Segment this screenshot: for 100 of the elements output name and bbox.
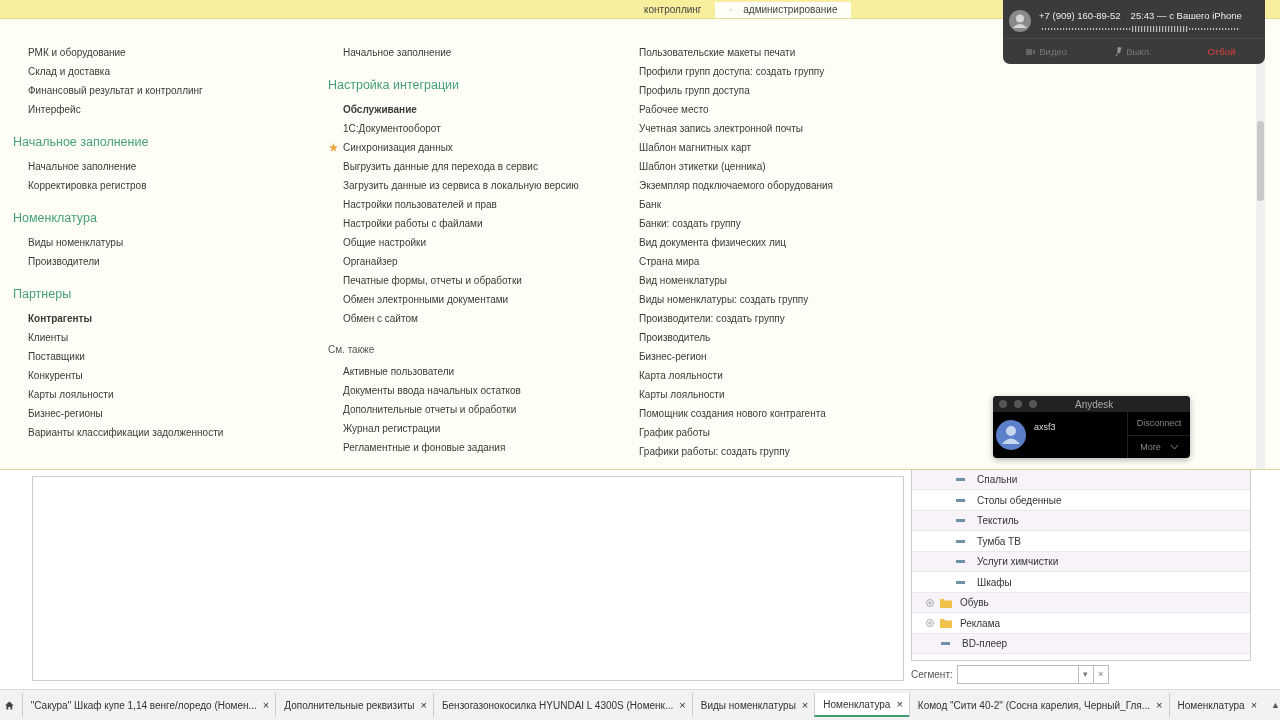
element-icon [956,539,965,543]
menu-link[interactable]: Шаблон магнитных карт [624,141,752,153]
menu-link[interactable]: Обмен электронными документами [328,293,509,305]
menu-link[interactable]: Настройки работы с файлами [328,217,483,229]
menu-link[interactable]: Производитель [624,331,711,343]
expand-icon[interactable] [926,619,934,628]
window-tab[interactable]: Бензогазонокосилка HYUNDAI L 4300S (Номенк... × [433,693,692,718]
menu-link[interactable]: Экземпляр подключаемого оборудования [624,179,833,191]
menu-link[interactable]: График работы [624,426,710,438]
scrollbar[interactable] [1256,60,1265,469]
window-tab[interactable]: Дополнительные реквизиты × [275,693,433,718]
tree-row[interactable]: Столы обеденные [912,490,1250,511]
window-tab[interactable]: Номенклатура × [1168,693,1264,718]
menu-link[interactable]: Интерфейс [13,103,81,115]
menu-link[interactable]: РМК и оборудование [13,46,126,58]
tree-row[interactable]: Услуги химчистки [912,551,1250,573]
menu-link[interactable]: Бизнес-регион [624,350,707,362]
menu-link[interactable]: Корректировка регистров [13,179,147,191]
menu-link[interactable]: Виды номенклатуры: создать группу [624,293,809,305]
close-icon[interactable]: × [1250,699,1258,712]
section-tab[interactable]: контроллинг [630,1,716,18]
close-icon[interactable]: × [420,699,427,712]
menu-link[interactable]: Карты лояльности [624,388,725,400]
section-heading: См. также [328,343,376,357]
menu-link[interactable]: Обслуживание [328,103,417,115]
menu-link[interactable]: Варианты классификации задолженности [13,426,224,438]
close-icon[interactable]: × [262,699,270,712]
menu-link[interactable]: Органайзер [328,255,398,267]
menu-link[interactable]: Склад и доставка [13,65,110,77]
window-controls-icon[interactable] [999,400,1037,408]
menu-link[interactable]: Виды номенклатуры [13,236,124,248]
tree-row[interactable]: Обувь [912,592,1250,614]
element-icon [956,560,965,564]
close-icon[interactable]: × [679,699,686,712]
home-icon[interactable] [5,699,14,711]
menu-link[interactable]: Настройки пользователей и прав [328,198,497,210]
menu-link[interactable]: Вид документа физических лиц [624,236,787,248]
section-heading: Настройка интеграции [328,77,461,94]
menu-link[interactable]: Конкуренты [13,369,83,381]
menu-link[interactable]: Пользовательские макеты печати [624,46,796,58]
menu-link[interactable]: Контрагенты [13,312,93,324]
tree-row[interactable]: Спальни [912,469,1250,491]
menu-link[interactable]: Поставщики [13,350,85,362]
menu-link[interactable]: Банк [624,198,662,210]
camera-icon [1026,48,1036,55]
window-tab[interactable]: Номенклатура × [814,693,909,718]
menu-link[interactable]: Регламентные и фоновые задания [328,441,506,453]
menu-link[interactable]: Рабочее место [624,103,709,115]
menu-link[interactable]: Графики работы: создать группу [624,445,790,457]
menu-link[interactable]: Карта лояльности [624,369,723,381]
close-icon[interactable]: × [896,698,903,711]
menu-link[interactable]: Вид номенклатуры [624,274,727,286]
menu-link[interactable]: Начальное заполнение [13,160,137,172]
menu-link[interactable]: Синхронизация данных [328,141,453,153]
menu-link[interactable]: Загрузить данные из сервиса в локальную версию [328,179,579,191]
segment-label: Сегмент: [911,668,953,680]
tree-row[interactable]: Текстиль [912,510,1250,532]
close-icon[interactable]: × [1156,699,1163,712]
menu-link[interactable]: Помощник создания нового контрагента [624,407,826,419]
tree-row[interactable]: Тумба ТВ [912,531,1250,552]
menu-link[interactable]: Печатные формы, отчеты и обработки [328,274,522,286]
window-title: Anydesk [1075,398,1114,410]
section-tab[interactable]: администрирование [715,1,852,18]
close-icon[interactable]: × [801,699,809,712]
menu-link[interactable]: Учетная запись электронной почты [624,122,803,134]
avatar-icon [996,420,1026,450]
menu-link[interactable]: Финансовый результат и контроллинг [13,84,203,96]
window-tab[interactable]: "Сакура" Шкаф купе 1,14 венге/лоредо (Номен... × [21,693,276,718]
element-icon [956,478,965,482]
menu-link[interactable]: Обмен с сайтом [328,312,418,324]
more-button[interactable]: More [1128,434,1190,458]
menu-link[interactable]: Производители [13,255,100,267]
scroll-up-button[interactable]: ▲ [1271,700,1280,711]
menu-link[interactable]: Шаблон этикетки (ценника) [624,160,766,172]
menu-link[interactable]: Бизнес-регионы [13,407,103,419]
menu-link[interactable]: Клиенты [13,331,69,343]
menu-link[interactable]: Активные пользователи [328,365,455,377]
phone-number: +7 (909) 160-89-52 [1039,9,1121,21]
menu-link[interactable]: Выгрузить данные для перехода в сервис [328,160,538,172]
expand-icon[interactable] [926,598,934,607]
menu-link[interactable]: Производители: создать группу [624,312,785,324]
window-tab[interactable]: Комод "Сити 40-2" (Сосна карелия, Черный_Гля... × [908,693,1169,718]
menu-link[interactable]: 1С:Документооборот [328,122,441,134]
menu-link[interactable]: Банки: создать группу [624,217,741,229]
menu-link[interactable]: Профили групп доступа: создать группу [624,65,825,77]
menu-link[interactable]: Профиль групп доступа [624,84,750,96]
tree-row[interactable]: BD-плеер [912,633,1250,655]
menu-link[interactable]: Документы ввода начальных остатков [328,384,521,396]
menu-link[interactable]: Начальное заполнение [328,46,452,58]
menu-link[interactable]: Карты лояльности [13,388,114,400]
menu-link[interactable]: Общие настройки [328,236,426,248]
disconnect-button[interactable]: Disconnect [1128,412,1190,435]
menu-link[interactable]: Журнал регистрации [328,422,441,434]
tree-row[interactable]: Реклама [912,613,1250,634]
folder-icon [940,597,952,608]
menu-link[interactable]: Страна мира [624,255,700,267]
tree-row[interactable]: Шкафы [912,572,1250,593]
segment-field[interactable] [956,664,1079,684]
element-icon [941,642,950,646]
menu-link[interactable]: Дополнительные отчеты и обработки [328,403,517,415]
